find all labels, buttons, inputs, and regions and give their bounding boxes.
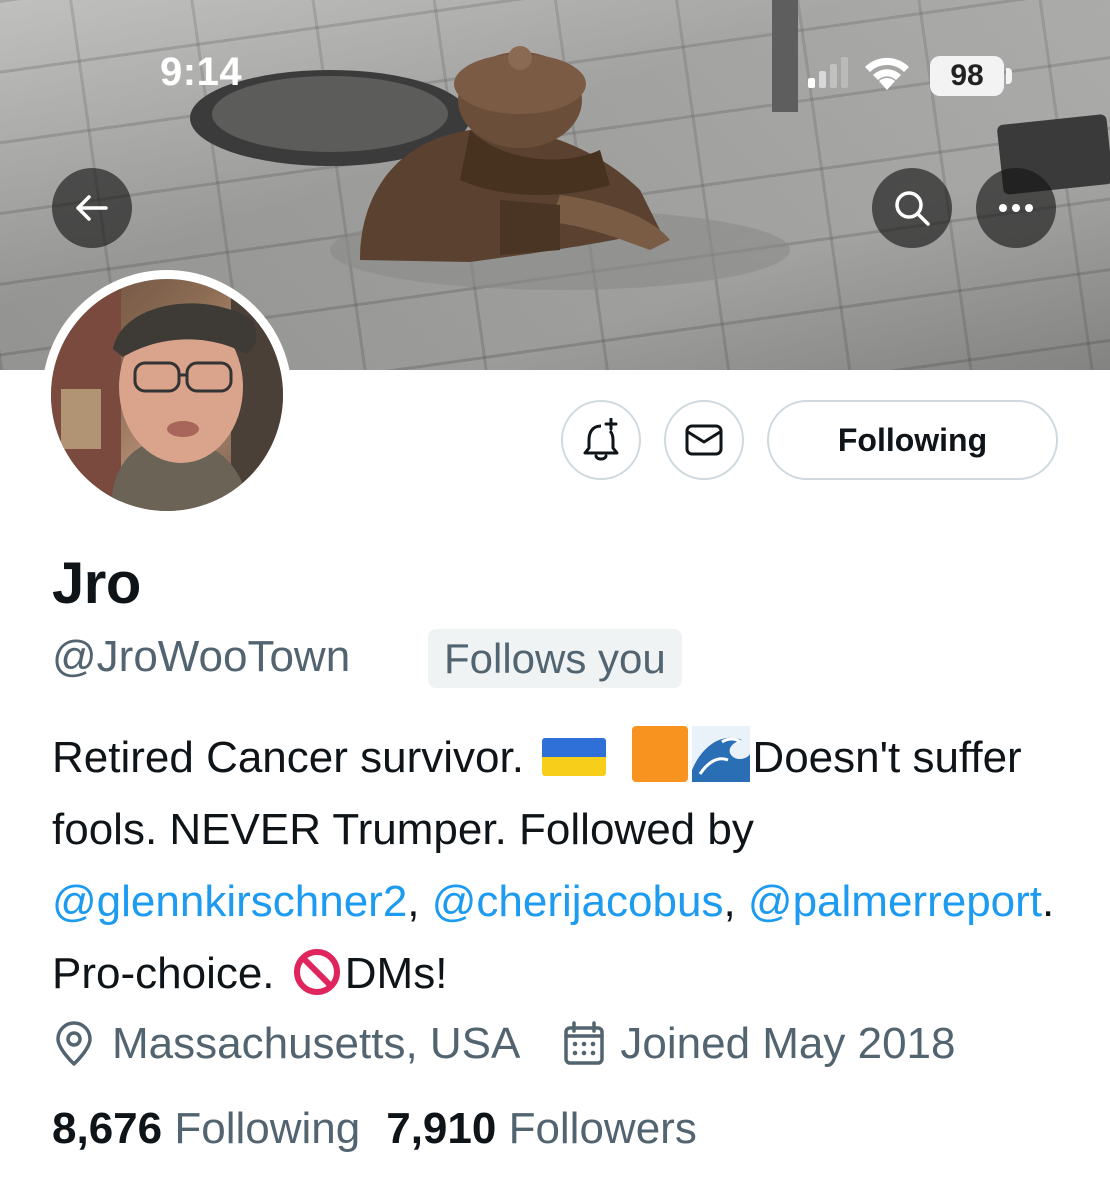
bio-mention-link[interactable]: @cherijacobus bbox=[432, 877, 724, 926]
following-count: 8,676 bbox=[52, 1104, 163, 1153]
profile-avatar[interactable] bbox=[42, 270, 292, 520]
search-button[interactable] bbox=[872, 168, 952, 248]
battery-tip bbox=[1006, 68, 1012, 84]
followers-count: 7,910 bbox=[386, 1104, 497, 1153]
profile-bio: Retired Cancer survivor. Doesn't suffer … bbox=[52, 722, 1092, 1010]
wifi-icon bbox=[865, 57, 909, 90]
no-entry-icon bbox=[293, 949, 340, 995]
follows-you-badge: Follows you bbox=[428, 629, 682, 688]
ukraine-flag-icon bbox=[542, 738, 607, 776]
orange-square-icon bbox=[632, 726, 689, 782]
following-count-link[interactable]: 8,676 Following bbox=[52, 1104, 360, 1153]
bio-separator: , bbox=[723, 877, 736, 926]
back-button[interactable] bbox=[52, 168, 132, 248]
manhole-cover-inner bbox=[212, 76, 448, 152]
followers-count-link[interactable]: 7,910 Followers bbox=[386, 1104, 697, 1153]
location-text: Massachusetts, USA bbox=[112, 1019, 521, 1068]
bio-text: Retired Cancer survivor. bbox=[52, 733, 524, 782]
followers-count-label: Followers bbox=[508, 1104, 697, 1153]
bio-mention-link[interactable]: @glennkirschner2 bbox=[52, 877, 407, 926]
arrow-left-icon bbox=[76, 195, 108, 221]
battery-indicator: 98 bbox=[930, 56, 1004, 96]
joined-date: Joined May 2018 bbox=[620, 1019, 956, 1068]
bio-text: DMs! bbox=[344, 949, 448, 998]
status-time: 9:14 bbox=[160, 50, 243, 94]
following-button[interactable]: Following bbox=[767, 400, 1058, 480]
search-icon bbox=[895, 191, 930, 226]
avatar-portrait bbox=[51, 279, 283, 511]
street-pole bbox=[772, 0, 798, 112]
profile-page: 9:14 98 Following Jro @JroWooTown Follow… bbox=[0, 0, 1110, 1200]
message-button[interactable] bbox=[664, 400, 744, 480]
more-options-button[interactable] bbox=[976, 168, 1056, 248]
bio-separator: , bbox=[407, 877, 432, 926]
profile-meta: Massachusetts, USA Joined May 2018 bbox=[52, 1012, 956, 1076]
avatar-photo bbox=[51, 279, 283, 511]
bio-mention-link[interactable]: @palmerreport bbox=[748, 877, 1042, 926]
follow-counts: 8,676 Following 7,910 Followers bbox=[52, 1104, 697, 1154]
following-count-label: Following bbox=[174, 1104, 361, 1153]
user-handle: @JroWooTown bbox=[52, 632, 351, 681]
location-pin-icon bbox=[56, 1021, 92, 1066]
cellular-signal-icon bbox=[808, 57, 848, 88]
notifications-button[interactable] bbox=[561, 400, 641, 480]
bell-plus-icon bbox=[583, 418, 619, 461]
more-icon bbox=[999, 204, 1033, 212]
display-name: Jro bbox=[52, 551, 141, 616]
wave-icon bbox=[692, 726, 751, 782]
envelope-icon bbox=[685, 424, 723, 456]
calendar-icon bbox=[564, 1021, 605, 1065]
